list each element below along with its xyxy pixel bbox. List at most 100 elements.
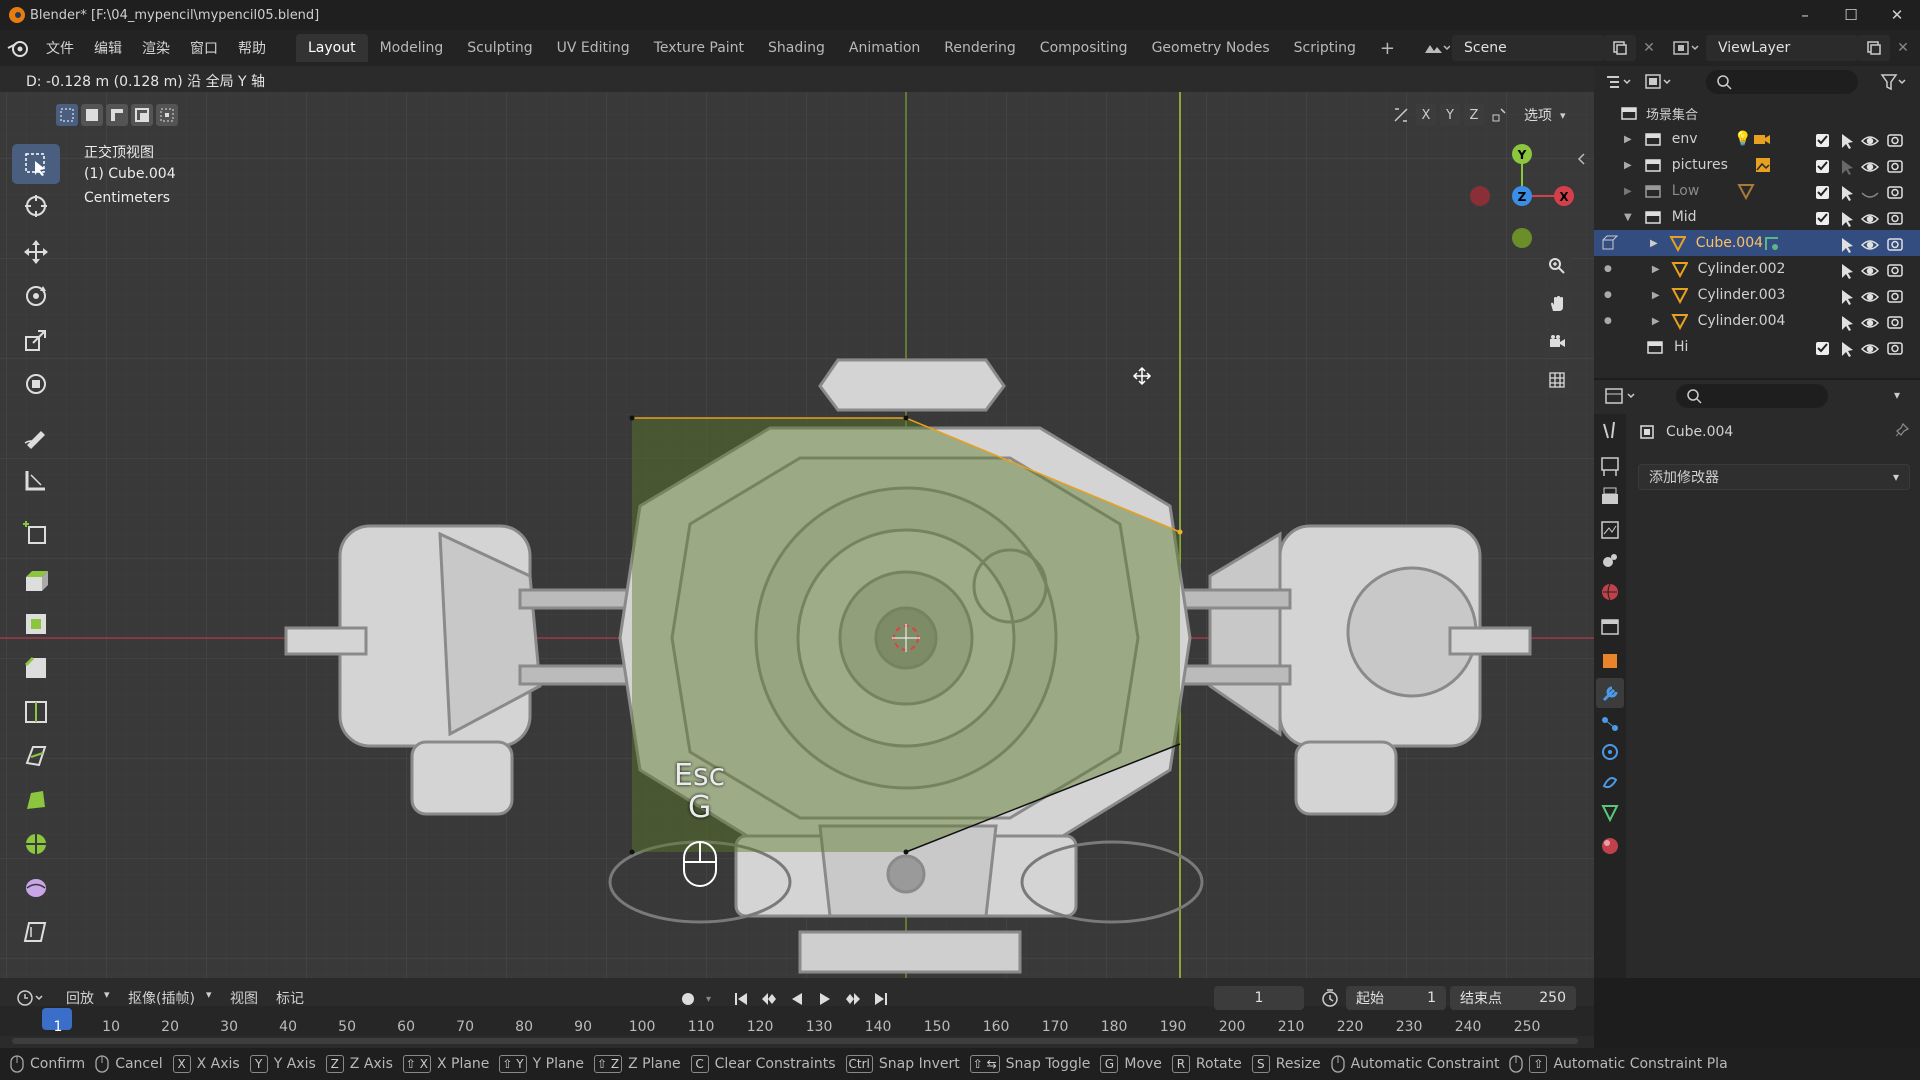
next-keyframe-icon[interactable]: [842, 991, 864, 1007]
select-invert-icon[interactable]: [131, 104, 153, 126]
outliner-search-input[interactable]: [1706, 70, 1858, 94]
zoom-icon[interactable]: [1541, 250, 1573, 282]
transform-tool[interactable]: [12, 364, 60, 404]
properties-search-input[interactable]: [1676, 384, 1828, 408]
editor-type-icon[interactable]: [1604, 72, 1634, 96]
select-new-icon[interactable]: [56, 104, 78, 126]
tab-scripting[interactable]: Scripting: [1282, 34, 1368, 62]
select-intersect-icon[interactable]: [156, 104, 178, 126]
mirror-z-toggle[interactable]: Z: [1464, 104, 1484, 126]
properties-editor-type-icon[interactable]: [1604, 386, 1638, 410]
mirror-y-toggle[interactable]: Y: [1440, 104, 1460, 126]
collapse-arrow-icon[interactable]: ▼: [1624, 212, 1632, 223]
view-layer-selector-icon[interactable]: [1668, 35, 1704, 61]
current-frame-field[interactable]: 1: [1214, 986, 1304, 1010]
menu-render[interactable]: 渲染: [132, 38, 180, 58]
expand-arrow-icon[interactable]: ▶: [1652, 264, 1660, 275]
timeline-marker-menu[interactable]: 标记: [276, 988, 304, 1008]
3d-viewport[interactable]: 正交顶视图 (1) Cube.004 Centimeters Esc G Y X…: [0, 66, 1594, 978]
start-frame-field[interactable]: 起始 1: [1346, 986, 1446, 1010]
delete-view-layer-icon[interactable]: ✕: [1890, 35, 1916, 61]
add-workspace-button[interactable]: +: [1368, 32, 1407, 65]
add-modifier-dropdown[interactable]: 添加修改器 ▾: [1638, 464, 1910, 490]
tab-texture-paint[interactable]: Texture Paint: [642, 34, 756, 62]
mirror-x-toggle[interactable]: X: [1416, 104, 1436, 126]
spin-tool[interactable]: [12, 824, 60, 864]
rotate-tool[interactable]: [12, 276, 60, 316]
play-icon[interactable]: [814, 991, 836, 1007]
delete-scene-icon[interactable]: ✕: [1636, 35, 1662, 61]
inset-tool[interactable]: [12, 604, 60, 644]
camera-view-icon[interactable]: [1541, 326, 1573, 358]
tab-animation[interactable]: Animation: [837, 34, 932, 62]
jump-start-icon[interactable]: [730, 991, 752, 1007]
preview-range-icon[interactable]: [1320, 988, 1340, 1012]
end-frame-field[interactable]: 结束点 250: [1450, 986, 1576, 1010]
scene-name-field[interactable]: Scene: [1452, 35, 1604, 61]
menu-edit[interactable]: 编辑: [84, 38, 132, 58]
annotate-tool[interactable]: [12, 416, 60, 456]
timeline-scrollbar[interactable]: [12, 1038, 1578, 1044]
expand-arrow-icon[interactable]: ▶: [1650, 238, 1658, 249]
new-view-layer-icon[interactable]: [1858, 35, 1890, 61]
restriction-toggles[interactable]: [1810, 126, 1920, 360]
tab-rendering[interactable]: Rendering: [932, 34, 1028, 62]
move-tool[interactable]: [12, 232, 60, 272]
timeline-keying-menu[interactable]: 抠像(插帧): [128, 988, 195, 1008]
select-box-tool[interactable]: [12, 144, 60, 184]
display-mode-icon[interactable]: [1644, 72, 1674, 96]
tab-modeling[interactable]: Modeling: [368, 34, 456, 62]
tab-sculpting[interactable]: Sculpting: [455, 34, 544, 62]
cursor-tool[interactable]: [12, 186, 60, 226]
menu-help[interactable]: 帮助: [228, 38, 276, 58]
jump-end-icon[interactable]: [870, 991, 892, 1007]
mirror-axis-icon[interactable]: [1390, 104, 1412, 126]
expand-arrow-icon[interactable]: ▶: [1652, 316, 1660, 327]
loop-cut-tool[interactable]: [12, 692, 60, 732]
bevel-tool[interactable]: [12, 648, 60, 688]
timeline-editor-icon[interactable]: [16, 988, 46, 1012]
timeline-view-menu[interactable]: 视图: [230, 988, 258, 1008]
tab-shading[interactable]: Shading: [756, 34, 837, 62]
maximize-button[interactable]: ☐: [1828, 0, 1874, 30]
play-reverse-icon[interactable]: [786, 991, 808, 1007]
auto-merge-icon[interactable]: [1488, 104, 1510, 126]
shear-tool[interactable]: [12, 912, 60, 952]
menu-window[interactable]: 窗口: [180, 38, 228, 58]
expand-arrow-icon[interactable]: ▶: [1652, 290, 1660, 301]
blender-menu-icon[interactable]: [0, 39, 36, 57]
expand-arrow-icon[interactable]: ▶: [1624, 186, 1632, 197]
pan-hand-icon[interactable]: [1541, 288, 1573, 320]
options-dropdown[interactable]: 选项: [1514, 105, 1556, 125]
close-button[interactable]: ✕: [1874, 0, 1920, 30]
sidebar-toggle-icon[interactable]: [1576, 152, 1586, 166]
scale-tool[interactable]: [12, 320, 60, 360]
prev-keyframe-icon[interactable]: [758, 991, 780, 1007]
properties-options-chevron-icon[interactable]: ▾: [1894, 388, 1900, 402]
filter-icon[interactable]: [1880, 72, 1908, 96]
scene-selector-icon[interactable]: [1410, 35, 1450, 61]
select-extend-icon[interactable]: [81, 104, 103, 126]
new-scene-icon[interactable]: [1604, 35, 1636, 61]
record-options-chevron-icon[interactable]: ▾: [706, 994, 724, 1005]
measure-tool[interactable]: [12, 460, 60, 500]
select-subtract-icon[interactable]: [106, 104, 128, 126]
pin-icon[interactable]: [1894, 422, 1910, 442]
tab-layout[interactable]: Layout: [296, 34, 368, 62]
tab-geometry-nodes[interactable]: Geometry Nodes: [1140, 34, 1282, 62]
tab-compositing[interactable]: Compositing: [1028, 34, 1140, 62]
knife-tool[interactable]: [12, 736, 60, 776]
expand-arrow-icon[interactable]: ▶: [1624, 160, 1632, 171]
outliner-scene-collection[interactable]: 场景集合: [1594, 100, 1920, 126]
record-icon[interactable]: [676, 988, 700, 1010]
smooth-tool[interactable]: [12, 868, 60, 908]
navigation-gizmo[interactable]: Y X Z: [1466, 140, 1578, 252]
ortho-toggle-icon[interactable]: [1541, 364, 1573, 396]
tab-uv-editing[interactable]: UV Editing: [545, 34, 642, 62]
minimize-button[interactable]: –: [1782, 0, 1828, 30]
timeline-playback-menu[interactable]: 回放: [66, 988, 94, 1008]
extrude-tool[interactable]: [12, 560, 60, 600]
poly-build-tool[interactable]: [12, 780, 60, 820]
add-cube-tool[interactable]: [12, 512, 60, 552]
menu-file[interactable]: 文件: [36, 38, 84, 58]
